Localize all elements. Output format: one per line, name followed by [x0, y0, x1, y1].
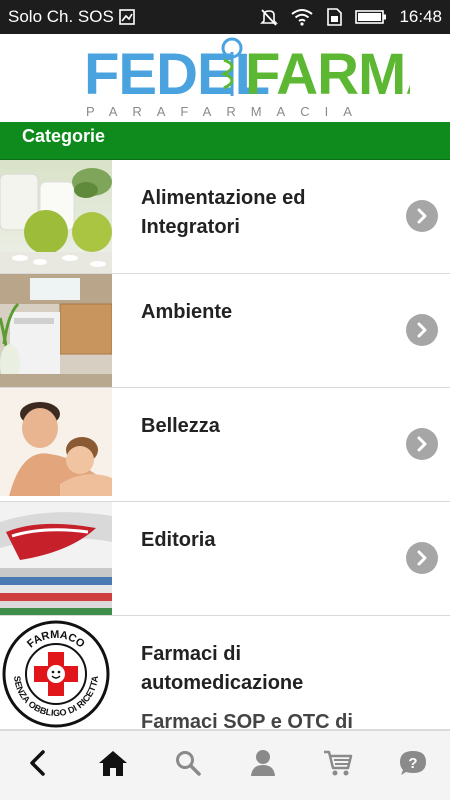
home-button[interactable]: [83, 741, 143, 791]
svg-text:?: ?: [408, 755, 417, 772]
home-icon: [97, 749, 129, 782]
category-list[interactable]: Alimentazione ed Integratori Ambiente Be…: [0, 160, 450, 730]
back-button[interactable]: [8, 741, 68, 791]
clock: 16:48: [399, 7, 442, 26]
category-row-farmaci[interactable]: FARMACO SENZA OBBLIGO DI RICETTA Farmaci…: [0, 616, 450, 730]
account-button[interactable]: [233, 741, 293, 791]
category-label: Ambiente: [141, 301, 233, 323]
status-bar: Solo Ch. SOS 16:48: [0, 0, 450, 34]
category-thumbnail: [0, 502, 112, 615]
category-label: Bellezza: [141, 415, 220, 437]
carrier-name: Solo Ch. SOS: [8, 7, 114, 26]
chevron-right-icon[interactable]: [406, 428, 438, 460]
carrier-group: Solo Ch. SOS: [8, 7, 135, 27]
category-thumbnail: [0, 274, 112, 387]
app-header: FEDEL FARMA PARAFARMACIA: [0, 34, 450, 122]
chevron-right-icon[interactable]: [406, 542, 438, 574]
status-icons: 16:48: [259, 7, 442, 27]
battery-icon: [355, 9, 387, 25]
cart-icon: [323, 749, 353, 782]
search-icon: [175, 750, 201, 781]
bottom-nav: ?: [0, 730, 450, 800]
category-label: Farmaci di automedicazione: [141, 643, 304, 694]
fedelfarma-logo: FEDEL FARMA PARAFARMACIA: [84, 37, 410, 119]
help-icon: ?: [398, 749, 428, 782]
logo-tagline: PARAFARMACIA: [86, 104, 367, 119]
back-icon: [26, 749, 50, 782]
logo-right-word: FARMA: [245, 42, 410, 107]
wifi-icon: [291, 8, 314, 26]
chevron-right-icon[interactable]: [406, 314, 438, 346]
categories-header: Categorie: [0, 122, 450, 160]
category-thumbnail: [0, 160, 112, 273]
search-button[interactable]: [158, 741, 218, 791]
category-row-ambiente[interactable]: Ambiente: [0, 274, 450, 388]
category-thumbnail: [0, 388, 112, 501]
sim-icon: [325, 8, 343, 26]
chevron-right-icon[interactable]: [406, 200, 438, 232]
category-row-editoria[interactable]: Editoria: [0, 502, 450, 616]
cart-button[interactable]: [308, 741, 368, 791]
user-icon: [250, 749, 276, 782]
help-button[interactable]: ?: [383, 741, 443, 791]
category-label: Alimentazione ed Integratori: [141, 187, 306, 238]
category-row-alimentazione[interactable]: Alimentazione ed Integratori: [0, 160, 450, 274]
category-label: Editoria: [141, 529, 216, 551]
category-row-bellezza[interactable]: Bellezza: [0, 388, 450, 502]
farmaco-badge-image: FARMACO SENZA OBBLIGO DI RICETTA: [0, 616, 112, 729]
next-category-label-partial: Farmaci SOP e OTC di: [141, 711, 353, 730]
mute-icon: [259, 7, 279, 27]
image-notification-icon: [119, 9, 135, 25]
